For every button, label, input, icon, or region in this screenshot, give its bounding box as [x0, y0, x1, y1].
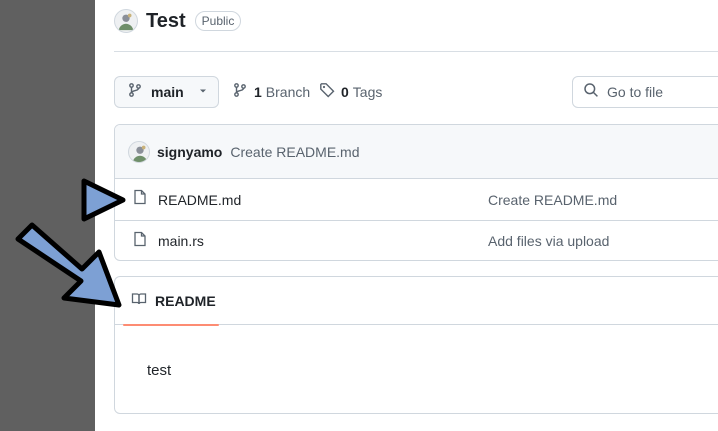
tag-icon [319, 82, 335, 101]
go-to-file-input[interactable] [607, 84, 717, 100]
repo-owner-avatar[interactable] [114, 9, 138, 33]
tags-label: Tags [352, 83, 383, 100]
book-icon [131, 291, 147, 312]
tags-count: 0 [341, 83, 349, 100]
repo-name[interactable]: Test [146, 10, 186, 33]
tab-readme-label: README [155, 293, 216, 309]
go-to-file-box[interactable] [572, 76, 718, 108]
file-commit-message[interactable]: Create README.md [488, 192, 617, 208]
file-icon [132, 189, 148, 210]
branches-count: 1 [254, 83, 262, 100]
file-name[interactable]: README.md [158, 192, 241, 208]
branch-label: main [151, 84, 184, 100]
tab-readme[interactable]: README [123, 277, 219, 326]
readme-content: test [147, 362, 172, 379]
readme-tabbar: README [115, 277, 718, 326]
branches-link[interactable]: 1 Branch [232, 82, 310, 101]
file-icon [132, 231, 148, 252]
readme-panel: README test [114, 276, 718, 414]
repo-header: Test Public [114, 6, 242, 36]
commit-message[interactable]: Create README.md [230, 144, 359, 160]
git-branch-icon [127, 82, 143, 103]
commit-author-avatar[interactable] [128, 140, 150, 163]
latest-commit-row: signyamo Create README.md [115, 125, 718, 179]
active-tab-underline [123, 324, 219, 326]
file-row[interactable]: main.rs Add files via upload [115, 220, 718, 260]
commit-author[interactable]: signyamo [157, 144, 222, 160]
branches-label: Branch [265, 83, 311, 100]
search-icon [583, 82, 599, 103]
file-commit-message[interactable]: Add files via upload [488, 233, 609, 249]
chevron-down-icon [198, 83, 208, 101]
visibility-badge: Public [194, 11, 242, 31]
branch-select-button[interactable]: main [114, 76, 219, 108]
file-name[interactable]: main.rs [158, 233, 204, 249]
tags-link[interactable]: 0 Tags [319, 82, 382, 101]
file-list: signyamo Create README.md README.md Crea… [114, 124, 718, 261]
left-gutter [0, 0, 95, 431]
header-divider [114, 51, 718, 52]
git-branch-icon [232, 82, 248, 101]
file-row[interactable]: README.md Create README.md [115, 179, 718, 220]
